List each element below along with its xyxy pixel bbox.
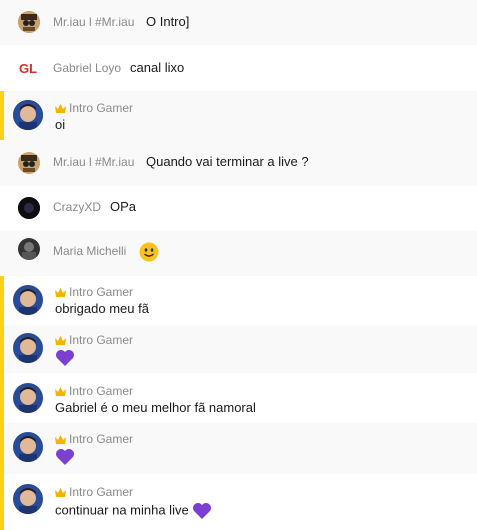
user-avatar[interactable] [18,238,40,260]
live-chat: Mr.iau l #Mr.iau O Intro] GL Gabriel Loy… [0,0,477,530]
message-author[interactable]: Intro Gamer [55,101,133,115]
message-author-name: Intro Gamer [69,384,134,398]
chat-message: Intro Gamer [0,325,477,373]
chat-message: Intro Gamer continuar na minha live [0,474,477,530]
message-author[interactable]: Mr.iau l #Mr.iau [53,15,134,29]
chat-message: Maria Michelli [0,231,477,276]
user-avatar[interactable] [13,383,43,413]
message-text: canal lixo [130,60,185,75]
message-author-name: Intro Gamer [69,485,134,499]
message-author[interactable]: Intro Gamer [55,333,133,347]
user-avatar[interactable] [18,11,40,33]
chat-message: Intro Gamer Gabriel é o meu melhor fã na… [0,373,477,423]
crown-icon [55,104,66,113]
user-avatar[interactable] [18,197,40,219]
message-author[interactable]: Gabriel Loyo [53,61,121,75]
chat-message: Intro Gamer obrigado meu fã [0,276,477,325]
message-text: obrigado meu fã [55,301,149,316]
message-author[interactable]: Intro Gamer [55,432,133,446]
user-avatar[interactable] [13,333,43,363]
message-author[interactable]: Intro Gamer [55,384,133,398]
chat-message: Intro Gamer [0,423,477,474]
user-avatar[interactable] [13,285,43,315]
crown-icon [55,336,66,345]
crown-icon [55,488,66,497]
message-author-name: Intro Gamer [69,285,134,299]
message-author[interactable]: Maria Michelli [53,244,126,258]
user-avatar[interactable]: GL [18,57,40,79]
chat-message: Mr.iau l #Mr.iau Quando vai terminar a l… [0,140,477,186]
chat-message: Mr.iau l #Mr.iau O Intro] [0,0,477,45]
crown-icon [55,288,66,297]
message-text: Quando vai terminar a live ? [146,154,309,169]
message-author[interactable]: CrazyXD [53,200,101,214]
purple-heart-icon [193,503,212,519]
message-author[interactable]: Intro Gamer [55,485,133,499]
purple-heart-icon [55,349,75,369]
user-avatar[interactable] [13,484,43,514]
chat-message: CrazyXD OPa [0,186,477,231]
message-text: OPa [110,199,137,214]
avatar-initials: GL [19,61,37,76]
chat-message: Intro Gamer oi [0,91,477,140]
smiling-face-icon [139,242,159,262]
message-text: Gabriel é o meu melhor fã namoral [55,400,256,415]
chat-message: GL Gabriel Loyo canal lixo [0,45,477,91]
message-text: continuar na minha live [55,502,212,520]
purple-heart-icon [55,448,75,468]
message-author-name: Intro Gamer [69,101,134,115]
message-author[interactable]: Mr.iau l #Mr.iau [53,155,134,169]
message-text: O Intro] [146,14,190,29]
user-avatar[interactable] [18,152,40,174]
message-author[interactable]: Intro Gamer [55,285,133,299]
crown-icon [55,435,66,444]
message-author-name: Intro Gamer [69,432,134,446]
crown-icon [55,387,66,396]
message-text: oi [55,117,66,132]
user-avatar[interactable] [13,432,43,462]
message-author-name: Intro Gamer [69,333,134,347]
user-avatar[interactable] [13,100,43,130]
message-text-content: continuar na minha live [55,502,189,518]
